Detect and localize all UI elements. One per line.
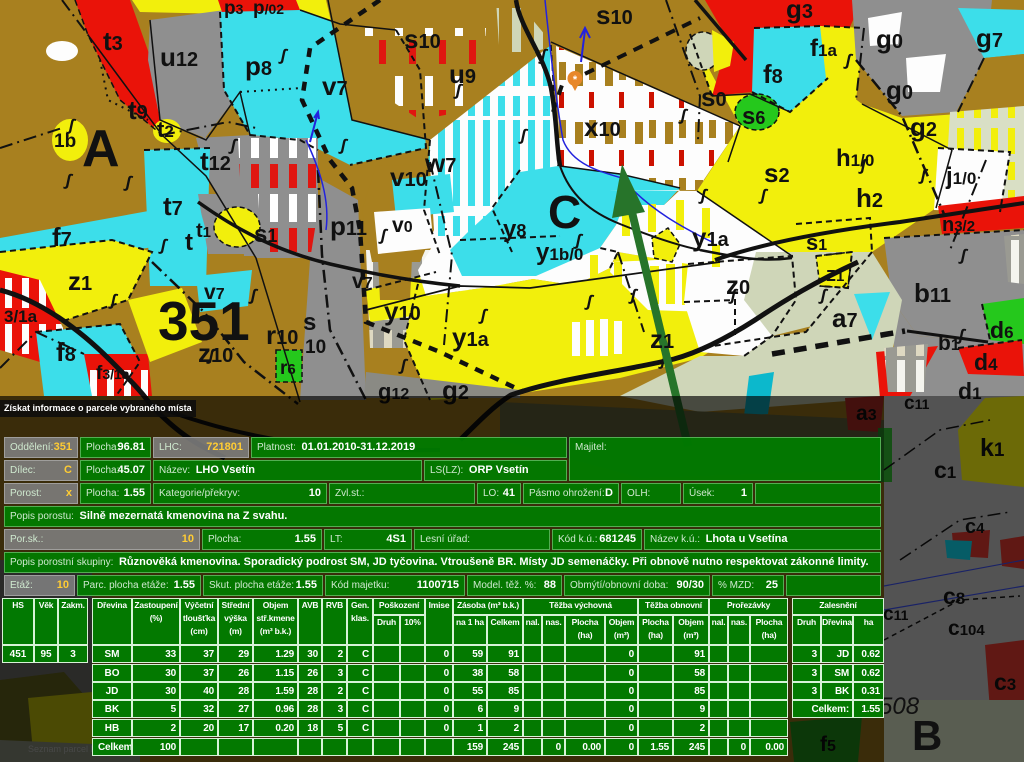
svg-text:t1: t1 — [196, 220, 211, 242]
svg-text:s: s — [303, 309, 316, 336]
svg-text:z1: z1 — [826, 264, 844, 286]
svg-text:n3/2: n3/2 — [942, 214, 975, 236]
svg-text:s1: s1 — [254, 221, 277, 248]
svg-text:f3/1a: f3/1a — [96, 363, 130, 384]
svg-text:C: C — [548, 186, 581, 238]
svg-text:r6: r6 — [280, 358, 296, 379]
svg-text:p3: p3 — [224, 0, 244, 19]
svg-text:s6: s6 — [742, 103, 765, 130]
svg-text:3/1a: 3/1a — [4, 307, 38, 326]
svg-text:1b: 1b — [54, 131, 76, 152]
svg-text:p/02: p/02 — [253, 0, 284, 19]
svg-text:*: * — [573, 74, 578, 86]
svg-text:A: A — [82, 120, 120, 178]
svg-text:y8: y8 — [503, 216, 526, 243]
svg-text:10: 10 — [305, 337, 326, 358]
svg-text:t: t — [185, 229, 193, 256]
svg-text:g3: g3 — [786, 0, 813, 24]
